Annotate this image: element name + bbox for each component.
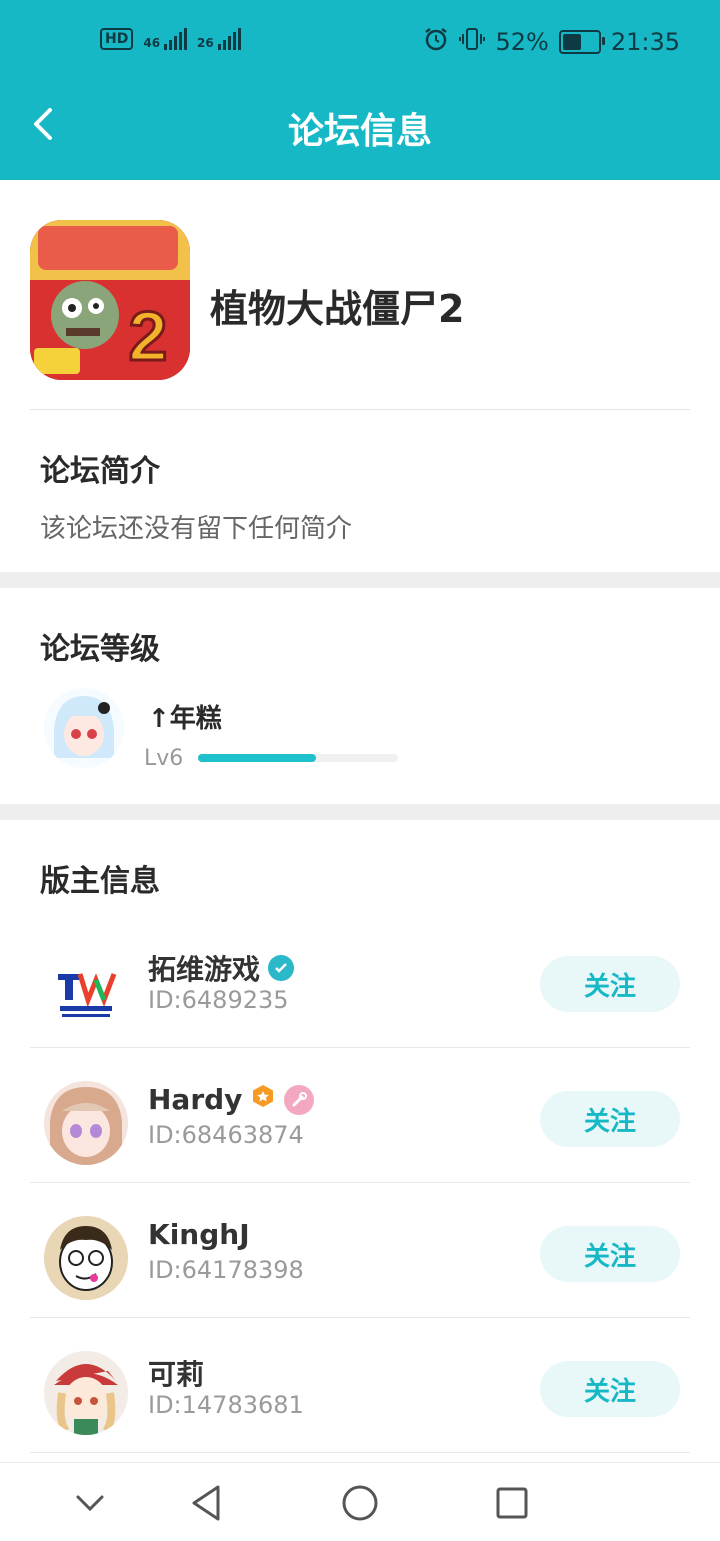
- moderator-name: Hardy: [148, 1083, 315, 1116]
- user-avatar[interactable]: [44, 688, 124, 768]
- moderator-name-text: 可莉: [148, 1358, 205, 1391]
- battery-percent: 52%: [495, 28, 549, 56]
- moderator-id: ID:6489235: [148, 986, 289, 1014]
- system-navigation-bar: [0, 1462, 720, 1541]
- hd-indicator: HD: [100, 28, 134, 50]
- section-separator: [0, 572, 720, 588]
- moderator-name: 拓维游戏: [148, 948, 295, 988]
- signal-bars-icon: [217, 28, 241, 50]
- sim1-signal-icon: 46: [143, 28, 188, 50]
- circle-home-icon: [342, 1485, 378, 1521]
- status-bar: HD 46 26 52% 21:35: [0, 0, 720, 84]
- status-right: 52% 21:35: [423, 26, 680, 58]
- moderator-name-text: KinghJ: [148, 1218, 250, 1251]
- triangle-back-icon: [192, 1485, 220, 1521]
- sim1-label: 46: [143, 36, 161, 50]
- nav-bar: 论坛信息: [0, 84, 720, 180]
- battery-level-fill: [562, 34, 581, 50]
- forum-name: 植物大战僵尸2: [210, 287, 465, 331]
- divider: [30, 1452, 690, 1453]
- follow-button[interactable]: 关注: [540, 1091, 680, 1147]
- collapse-nav-button[interactable]: [68, 1481, 112, 1525]
- svg-text:2: 2: [129, 297, 168, 375]
- square-recents-icon: [496, 1487, 528, 1519]
- moderator-avatar[interactable]: [44, 1081, 128, 1165]
- moderator-avatar[interactable]: [44, 1216, 128, 1300]
- moderator-row[interactable]: 可莉 ID:14783681 关注: [0, 1319, 720, 1453]
- moderator-name-text: 拓维游戏: [148, 953, 261, 986]
- moderator-id: ID:68463874: [148, 1121, 304, 1149]
- wrench-badge-icon: [284, 1084, 315, 1115]
- forum-logo-image: 2: [30, 220, 190, 380]
- moderator-avatar[interactable]: [44, 1351, 128, 1435]
- level-progress-fill: [198, 754, 316, 762]
- status-left: HD 46 26: [100, 28, 241, 50]
- divider: [30, 1047, 690, 1048]
- moderator-row[interactable]: Hardy ID:68463874 关注: [0, 1049, 720, 1183]
- clock: 21:35: [610, 28, 680, 56]
- forum-header: 2 植物大战僵尸2: [0, 180, 720, 410]
- sim2-label: 26: [197, 36, 214, 50]
- level-label: Lv6: [144, 746, 184, 771]
- level-title: 论坛等级: [40, 632, 160, 667]
- moderator-row[interactable]: 拓维游戏 ID:6489235 关注: [0, 914, 720, 1048]
- verified-badge-icon: [268, 955, 295, 981]
- system-recents-button[interactable]: [490, 1481, 534, 1525]
- moderator-id: ID:64178398: [148, 1256, 304, 1284]
- divider: [30, 1182, 690, 1183]
- level-username: ↑年糕: [148, 704, 222, 734]
- divider: [30, 1317, 690, 1318]
- hexagon-badge-icon: [250, 1083, 276, 1116]
- level-progress-bar: [198, 754, 398, 762]
- moderator-row[interactable]: KinghJ ID:64178398 关注: [0, 1184, 720, 1318]
- system-back-button[interactable]: [184, 1481, 228, 1525]
- moderator-name: KinghJ: [148, 1218, 250, 1251]
- chevron-down-icon: [76, 1495, 104, 1512]
- moderator-name: 可莉: [148, 1353, 204, 1393]
- alarm-icon: [423, 26, 449, 58]
- vibrate-icon: [459, 26, 486, 58]
- follow-button[interactable]: 关注: [540, 956, 680, 1012]
- moderator-id: ID:14783681: [148, 1391, 304, 1419]
- signal-bars-icon: [164, 28, 188, 50]
- battery-icon: [558, 30, 605, 54]
- sim2-signal-icon: 26: [197, 28, 241, 50]
- intro-text: 该论坛还没有留下任何简介: [40, 514, 353, 544]
- app-header: HD 46 26 52% 21:35 论坛信息: [0, 0, 720, 180]
- page-title: 论坛信息: [287, 111, 432, 152]
- section-separator: [0, 804, 720, 820]
- moderators-title: 版主信息: [40, 864, 160, 899]
- moderator-name-text: Hardy: [148, 1083, 243, 1116]
- divider: [30, 409, 690, 410]
- follow-button[interactable]: 关注: [540, 1226, 680, 1282]
- moderator-avatar[interactable]: [44, 946, 128, 1030]
- follow-button[interactable]: 关注: [540, 1361, 680, 1417]
- intro-title: 论坛简介: [40, 454, 160, 489]
- system-home-button[interactable]: [338, 1481, 382, 1525]
